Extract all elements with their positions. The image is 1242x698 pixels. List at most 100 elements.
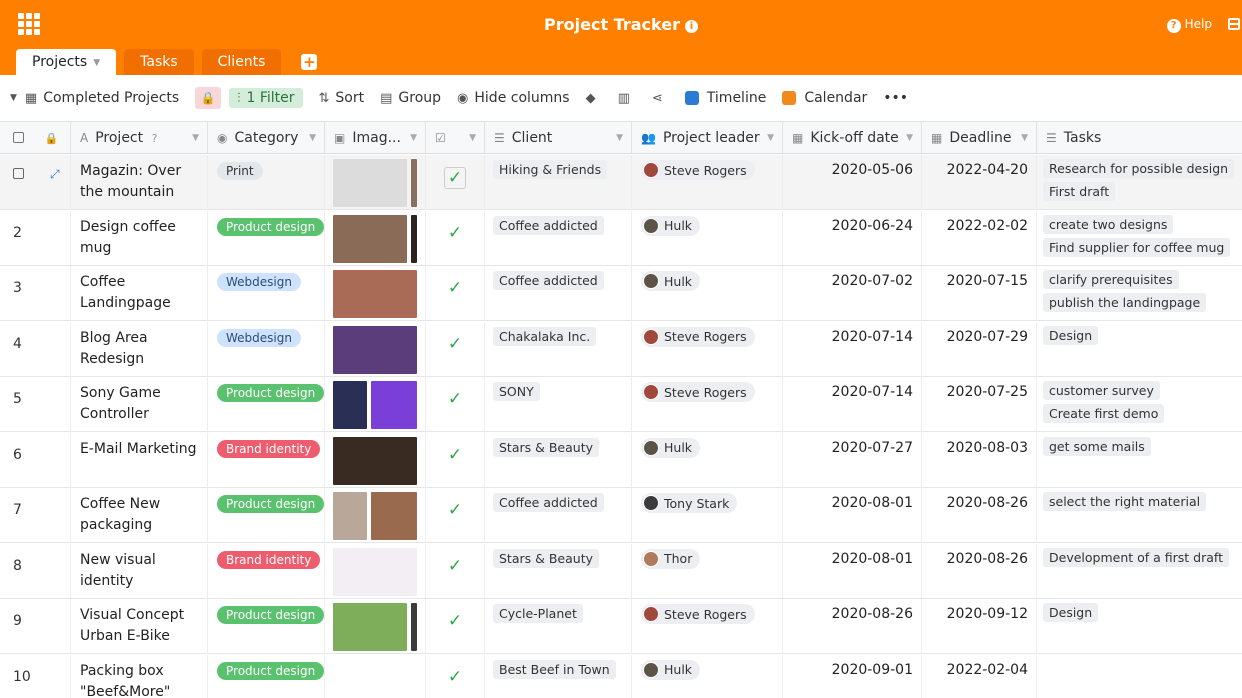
checkmark-icon[interactable]: ✓ [448, 334, 462, 354]
filter-button[interactable]: ⫶ 1 Filter [229, 88, 303, 108]
image-cell[interactable] [325, 599, 426, 654]
row-color-button[interactable]: ◆ [586, 91, 602, 106]
client-cell[interactable]: Cycle-Planet [485, 599, 632, 654]
deadline-cell[interactable]: 2020-07-29 [922, 321, 1037, 377]
image-thumbnail[interactable] [333, 214, 407, 263]
tasks-cell[interactable]: create two designs Find supplier for coff… [1037, 211, 1242, 266]
project-cell[interactable]: New visual identity [71, 543, 208, 599]
chevron-down-icon[interactable]: ▼ [192, 122, 199, 154]
project-cell[interactable]: E-Mail Marketing [71, 432, 208, 488]
table-row[interactable]: 3 Coffee Landingpage Webdesign ✓ Coffee addi… [0, 266, 1242, 321]
kickoff-cell[interactable]: 2020-07-14 [783, 321, 922, 377]
done-cell[interactable]: ✓ [426, 266, 485, 321]
table-row[interactable]: 4 Blog Area Redesign Webdesign ✓ Chakalaka I… [0, 321, 1242, 377]
hide-columns-button[interactable]: ◉ Hide columns [457, 90, 570, 106]
kickoff-cell[interactable]: 2020-07-27 [783, 432, 922, 488]
sort-button[interactable]: ⇅ Sort [319, 90, 365, 106]
image-thumbnail[interactable] [371, 381, 417, 429]
done-cell[interactable]: ✓ [426, 377, 485, 432]
kickoff-cell[interactable]: 2020-09-01 [783, 654, 922, 698]
column-header-category[interactable]: ◉ Category ▼ [208, 122, 325, 154]
column-header-client[interactable]: ☰ Client ▼ [485, 122, 632, 154]
table-row[interactable]: ⤢ Magazin: Over the mountain Print ✓ Hiking … [0, 155, 1242, 210]
deadline-cell[interactable]: 2022-04-20 [922, 155, 1037, 210]
tasks-cell[interactable]: Design [1037, 322, 1242, 377]
checkmark-icon[interactable]: ✓ [444, 167, 466, 189]
row-number-cell[interactable]: 7 [0, 488, 71, 543]
chevron-down-icon[interactable]: ▼ [410, 122, 417, 154]
deadline-cell[interactable]: 2020-08-26 [922, 543, 1037, 599]
project-cell[interactable]: Coffee Landingpage [71, 266, 208, 321]
project-leader-cell[interactable]: Hulk [632, 210, 783, 266]
image-thumbnail[interactable] [333, 603, 407, 651]
kickoff-cell[interactable]: 2020-08-01 [783, 543, 922, 599]
calendar-button[interactable]: Calendar [782, 90, 867, 106]
image-thumbnail[interactable] [411, 214, 417, 263]
table-row[interactable]: 7 Coffee New packaging Product design ✓ Coff… [0, 488, 1242, 543]
image-thumbnail[interactable] [411, 603, 417, 651]
row-checkbox[interactable] [13, 168, 24, 179]
chevron-down-icon[interactable]: ▼ [906, 122, 913, 154]
row-number-cell[interactable]: 4 [0, 321, 71, 377]
project-leader-cell[interactable]: Steve Rogers [632, 377, 783, 432]
lock-icon[interactable]: 🔒 [195, 87, 222, 109]
category-cell[interactable]: Brand identity [208, 432, 325, 488]
project-cell[interactable]: Packing box "Beef&More" [71, 654, 208, 698]
table-row[interactable]: 8 New visual identity Brand identity ✓ Stars… [0, 543, 1242, 599]
tab-tasks[interactable]: Tasks [124, 49, 194, 75]
deadline-cell[interactable]: 2020-07-25 [922, 377, 1037, 432]
project-cell[interactable]: Sony Game Controller [71, 377, 208, 432]
image-cell[interactable] [325, 210, 426, 266]
project-leader-cell[interactable]: Tony Stark [632, 488, 783, 543]
client-cell[interactable]: Hiking & Friends [485, 155, 632, 210]
image-thumbnail[interactable] [411, 159, 417, 207]
column-header-project-leader[interactable]: 👥 Project leader ▼ [632, 122, 783, 154]
done-cell[interactable]: ✓ [426, 599, 485, 654]
kickoff-cell[interactable]: 2020-07-02 [783, 266, 922, 321]
project-cell[interactable]: Design coffee mug [71, 210, 208, 266]
done-cell[interactable]: ✓ [426, 321, 485, 377]
tasks-cell[interactable]: Design [1037, 599, 1242, 654]
deadline-cell[interactable]: 2020-09-12 [922, 599, 1037, 654]
image-thumbnail[interactable] [333, 436, 417, 485]
checkmark-icon[interactable]: ✓ [448, 611, 462, 631]
category-cell[interactable]: Webdesign [208, 321, 325, 377]
row-number-cell[interactable]: 10 [0, 654, 71, 698]
more-options-button[interactable]: ••• [883, 90, 908, 106]
project-leader-cell[interactable]: Steve Rogers [632, 321, 783, 377]
deadline-cell[interactable]: 2020-07-15 [922, 266, 1037, 321]
chevron-down-icon[interactable]: ▼ [767, 122, 774, 154]
chevron-down-icon[interactable]: ▼ [1021, 122, 1028, 154]
timeline-button[interactable]: Timeline [684, 90, 766, 106]
tasks-cell[interactable]: Development of a first draft [1037, 544, 1242, 599]
kickoff-cell[interactable]: 2020-05-06 [783, 155, 922, 210]
share-button[interactable]: ⋖ [652, 91, 669, 106]
checkmark-icon[interactable]: ✓ [448, 223, 462, 243]
category-cell[interactable]: Product design [208, 654, 325, 698]
table-row[interactable]: 5 Sony Game Controller Product design ✓ SONY… [0, 377, 1242, 432]
image-cell[interactable] [325, 266, 426, 321]
done-cell[interactable]: ✓ [426, 543, 485, 599]
kickoff-cell[interactable]: 2020-08-01 [783, 488, 922, 543]
row-number-cell[interactable]: 6 [0, 432, 71, 488]
image-cell[interactable] [325, 155, 426, 210]
category-cell[interactable]: Brand identity [208, 543, 325, 599]
kickoff-cell[interactable]: 2020-08-26 [783, 599, 922, 654]
group-button[interactable]: ▤ Group [380, 90, 441, 106]
chevron-down-icon[interactable]: ▼ [469, 122, 476, 154]
client-cell[interactable]: SONY [485, 377, 632, 432]
category-cell[interactable]: Product design [208, 488, 325, 543]
project-leader-cell[interactable]: Hulk [632, 654, 783, 698]
tab-clients[interactable]: Clients [201, 49, 282, 75]
checkmark-icon[interactable]: ✓ [448, 445, 462, 465]
table-row[interactable]: 6 E-Mail Marketing Brand identity ✓ Stars & … [0, 432, 1242, 488]
select-all-checkbox[interactable] [13, 132, 24, 143]
column-header-deadline[interactable]: ▦ Deadline ▼ [922, 122, 1037, 154]
row-number-cell[interactable]: 9 [0, 599, 71, 654]
project-leader-cell[interactable]: Hulk [632, 432, 783, 488]
checkmark-icon[interactable]: ✓ [448, 500, 462, 520]
column-header-kickoff[interactable]: ▦ Kick-off date ▼ [783, 122, 922, 154]
add-table-button[interactable]: + [301, 54, 318, 70]
kickoff-cell[interactable]: 2020-07-14 [783, 377, 922, 432]
category-cell[interactable]: Webdesign [208, 266, 325, 321]
